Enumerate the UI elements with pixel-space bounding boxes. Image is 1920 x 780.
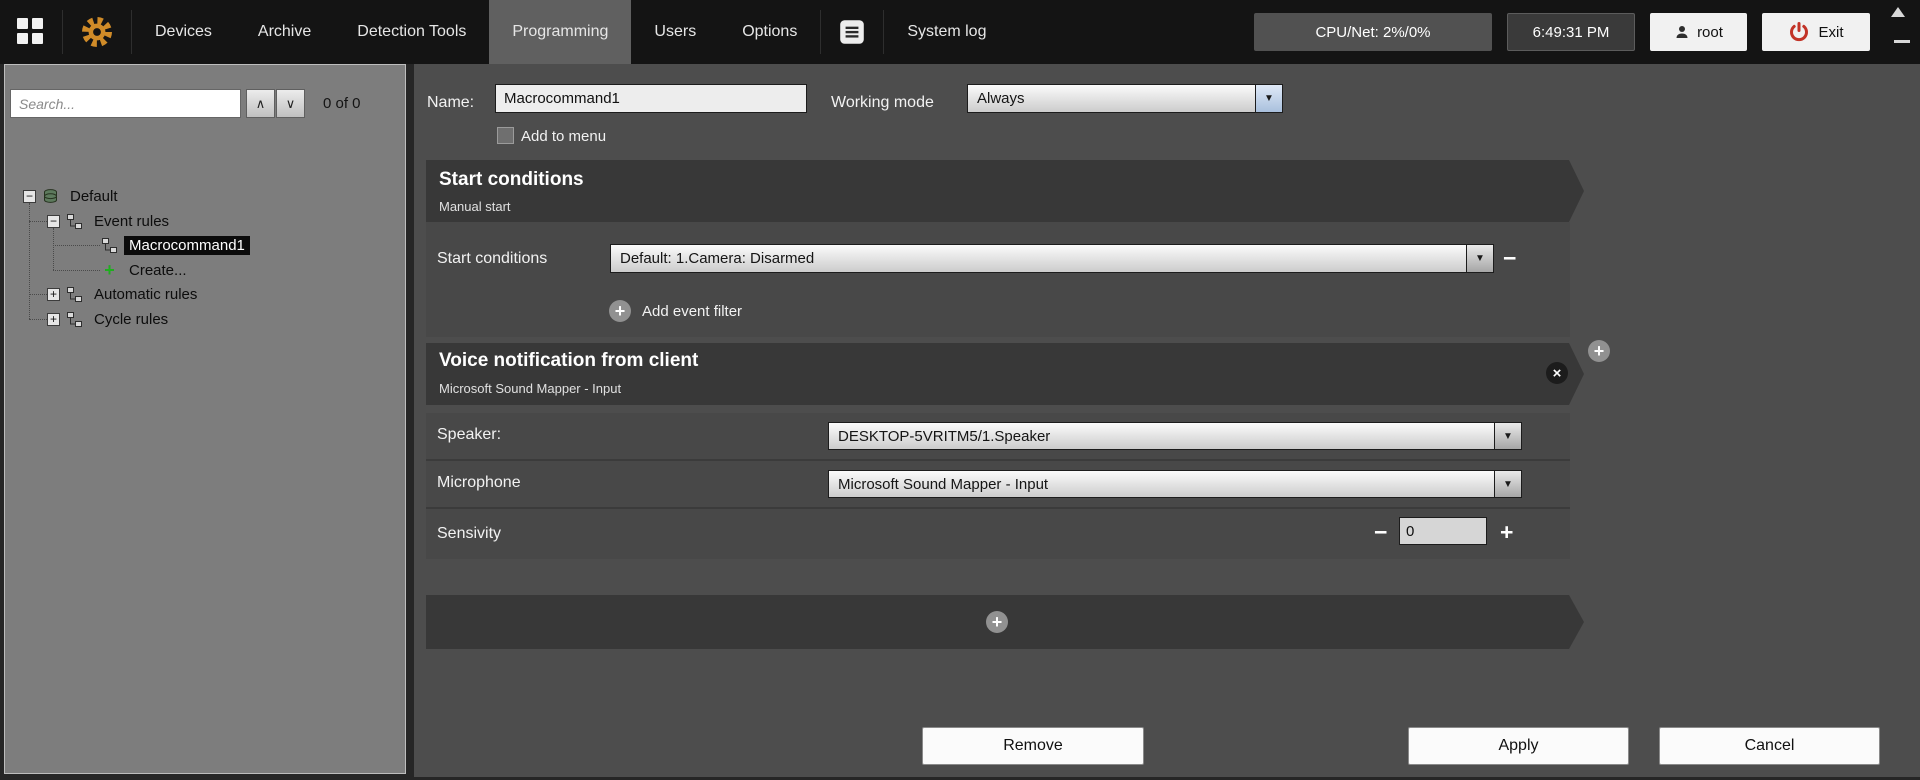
chevron-down-icon[interactable]: ▼ bbox=[1466, 245, 1493, 272]
microphone-label: Microphone bbox=[437, 474, 521, 492]
tree-row-default: − Default bbox=[5, 184, 405, 208]
sensitivity-label: Sensivity bbox=[437, 525, 501, 543]
search-result-counter: 0 of 0 bbox=[323, 95, 361, 112]
speaker-value: DESKTOP-5VRITM5/1.Speaker bbox=[829, 423, 1494, 449]
voice-notification-block: Speaker: DESKTOP-5VRITM5/1.Speaker ▼ Mic… bbox=[426, 413, 1570, 559]
sensitivity-increase-button[interactable]: + bbox=[1500, 521, 1513, 544]
system-log-button[interactable] bbox=[821, 17, 883, 47]
create-plus-icon: + bbox=[101, 262, 118, 279]
working-mode-value: Always bbox=[968, 85, 1255, 112]
add-section-banner: + bbox=[426, 595, 1584, 649]
add-action-button[interactable]: + bbox=[1588, 340, 1610, 362]
exit-button[interactable]: Exit bbox=[1762, 13, 1870, 51]
menu-item-programming[interactable]: Programming bbox=[489, 0, 631, 64]
menu-item-users[interactable]: Users bbox=[631, 0, 719, 64]
tree-row-macrocommand: Macrocommand1 bbox=[5, 233, 405, 257]
tree-row-automatic-rules: + Automatic rules bbox=[5, 282, 405, 306]
user-button[interactable]: root bbox=[1650, 13, 1747, 51]
chevron-down-icon[interactable]: ▼ bbox=[1494, 471, 1521, 497]
add-event-filter-icon[interactable]: + bbox=[609, 300, 631, 322]
search-prev-button[interactable]: ∧ bbox=[246, 89, 275, 118]
menu-item-archive[interactable]: Archive bbox=[235, 0, 334, 64]
menu-item-devices[interactable]: Devices bbox=[132, 0, 235, 64]
row-separator bbox=[426, 459, 1570, 461]
start-conditions-block: Start conditions Default: 1.Camera: Disa… bbox=[426, 222, 1570, 337]
start-conditions-title: Start conditions bbox=[439, 169, 584, 191]
tree-expander-icon[interactable]: − bbox=[47, 215, 60, 228]
window-controls bbox=[1870, 0, 1920, 64]
add-to-menu-label: Add to menu bbox=[521, 128, 606, 145]
cpu-net-indicator[interactable]: CPU/Net: 2%/0% bbox=[1254, 13, 1492, 51]
remove-condition-button[interactable]: − bbox=[1503, 247, 1516, 270]
search-next-button[interactable]: ∨ bbox=[276, 89, 305, 118]
power-icon bbox=[1788, 21, 1810, 43]
voice-notification-subtitle: Microsoft Sound Mapper - Input bbox=[439, 381, 621, 396]
sensitivity-decrease-button[interactable]: − bbox=[1374, 521, 1387, 544]
microphone-value: Microsoft Sound Mapper - Input bbox=[829, 471, 1494, 497]
log-list-icon bbox=[837, 17, 867, 47]
speaker-label: Speaker: bbox=[437, 426, 501, 444]
chevron-down-icon[interactable]: ▼ bbox=[1494, 423, 1521, 449]
gear-icon bbox=[79, 14, 115, 50]
tree-row-event-rules: − Event rules bbox=[5, 209, 405, 233]
macro-icon bbox=[101, 237, 118, 254]
menu-item-detection-tools[interactable]: Detection Tools bbox=[334, 0, 489, 64]
tree-row-cycle-rules: + Cycle rules bbox=[5, 307, 405, 331]
cancel-button[interactable]: Cancel bbox=[1659, 727, 1880, 765]
voice-notification-banner: Voice notification from client Microsoft… bbox=[426, 343, 1584, 405]
tree-item-default[interactable]: Default bbox=[65, 187, 123, 206]
working-mode-select[interactable]: Always ▼ bbox=[967, 84, 1283, 113]
object-tree-panel: ∧ ∨ 0 of 0 − Default − bbox=[4, 64, 406, 774]
apps-grid-icon[interactable] bbox=[17, 18, 45, 46]
tree-row-create: + Create... bbox=[5, 258, 405, 282]
add-to-menu-checkbox[interactable] bbox=[497, 127, 514, 144]
start-conditions-row-label: Start conditions bbox=[437, 250, 547, 268]
add-event-filter-label[interactable]: Add event filter bbox=[642, 303, 742, 320]
voice-notification-title: Voice notification from client bbox=[439, 350, 698, 372]
tree-item-macrocommand1[interactable]: Macrocommand1 bbox=[124, 236, 250, 255]
collapse-arrow-icon[interactable] bbox=[1891, 7, 1905, 17]
exit-label: Exit bbox=[1818, 24, 1843, 41]
tree-expander-icon[interactable]: − bbox=[23, 190, 36, 203]
person-icon bbox=[1674, 24, 1690, 40]
menu-item-options[interactable]: Options bbox=[719, 0, 820, 64]
start-condition-value: Default: 1.Camera: Disarmed bbox=[611, 245, 1466, 272]
start-conditions-subtitle: Manual start bbox=[439, 199, 511, 214]
top-menu-bar: Devices Archive Detection Tools Programm… bbox=[0, 0, 1920, 64]
start-conditions-banner: Start conditions Manual start bbox=[426, 160, 1584, 222]
clock-display: 6:49:31 PM bbox=[1507, 13, 1635, 51]
server-icon bbox=[42, 188, 59, 205]
tree-expander-icon[interactable]: + bbox=[47, 313, 60, 326]
settings-gear-icon[interactable] bbox=[63, 14, 131, 50]
remove-button[interactable]: Remove bbox=[922, 727, 1144, 765]
speaker-select[interactable]: DESKTOP-5VRITM5/1.Speaker ▼ bbox=[828, 422, 1522, 450]
apply-button[interactable]: Apply bbox=[1408, 727, 1629, 765]
name-input[interactable] bbox=[495, 84, 807, 113]
sensitivity-input[interactable] bbox=[1399, 517, 1487, 545]
tree-item-cycle-rules[interactable]: Cycle rules bbox=[89, 310, 173, 329]
remove-action-button[interactable]: × bbox=[1546, 362, 1568, 384]
microphone-select[interactable]: Microsoft Sound Mapper - Input ▼ bbox=[828, 470, 1522, 498]
search-input[interactable] bbox=[10, 89, 241, 118]
minimize-icon[interactable] bbox=[1894, 40, 1910, 43]
start-condition-select[interactable]: Default: 1.Camera: Disarmed ▼ bbox=[610, 244, 1494, 273]
macro-editor-panel: Name: Working mode Always ▼ Add to menu … bbox=[414, 64, 1920, 777]
rules-branch-icon bbox=[66, 213, 83, 230]
tree-expander-icon[interactable]: + bbox=[47, 288, 60, 301]
rules-branch-icon bbox=[66, 286, 83, 303]
menu-item-system-log[interactable]: System log bbox=[884, 0, 1009, 64]
tree-item-event-rules[interactable]: Event rules bbox=[89, 212, 174, 231]
chevron-down-icon[interactable]: ▼ bbox=[1255, 85, 1282, 112]
object-tree: − Default − Event rules bbox=[5, 123, 405, 773]
tree-item-create[interactable]: Create... bbox=[124, 261, 192, 280]
rules-branch-icon bbox=[66, 311, 83, 328]
add-section-button[interactable]: + bbox=[986, 611, 1008, 633]
name-label: Name: bbox=[427, 94, 474, 112]
tree-item-automatic-rules[interactable]: Automatic rules bbox=[89, 285, 202, 304]
row-separator bbox=[426, 507, 1570, 509]
user-name-label: root bbox=[1697, 24, 1723, 41]
working-mode-label: Working mode bbox=[831, 94, 934, 112]
